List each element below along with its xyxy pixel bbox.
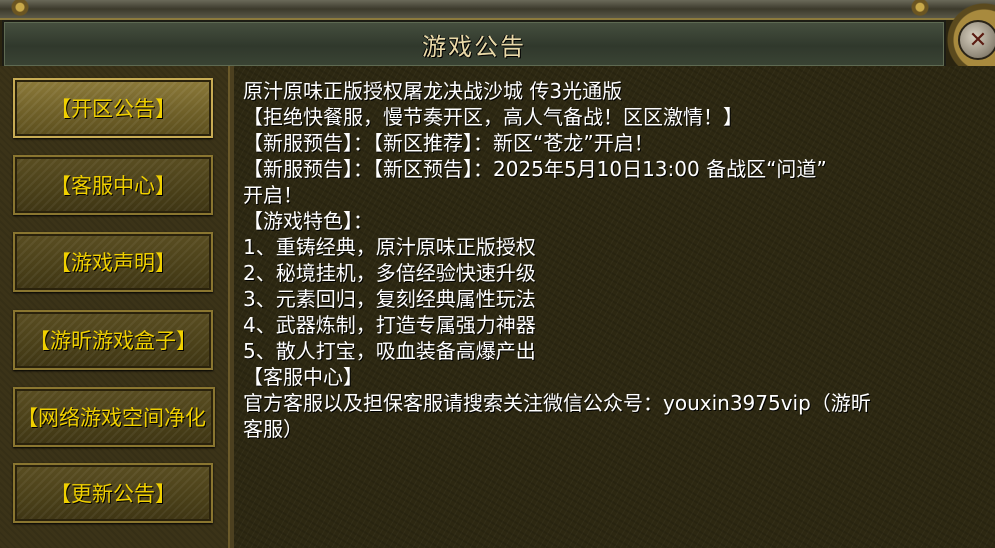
announcement-line: 开启！	[243, 183, 303, 207]
announcement-line: 2、秘境挂机，多倍经验快速升级	[243, 261, 536, 285]
announcement-line: 客服）	[243, 417, 303, 441]
announcement-line: 原汁原味正版授权屠龙决战沙城 传3光通版	[243, 79, 623, 103]
announcement-line: 【新服预告】：【新区预告】：2025年5月10日13:00 备战区“问道”	[243, 157, 827, 181]
announcement-line: 5、散人打宝，吸血装备高爆产出	[243, 339, 536, 363]
sidebar-item-update-announcement[interactable]: 【更新公告】	[13, 463, 213, 523]
close-button[interactable]: ✕	[958, 20, 995, 60]
corner-ornament-left	[0, 0, 40, 18]
announcement-line: 【游戏特色】：	[243, 209, 373, 233]
close-icon: ✕	[968, 27, 988, 53]
sidebar-item-customer-service[interactable]: 【客服中心】	[13, 155, 213, 215]
announcement-content: 原汁原味正版授权屠龙决战沙城 传3光通版 【拒绝快餐服，慢节奏开区，高人气备战！…	[234, 66, 995, 548]
announcement-line: 1、重铸经典，原汁原味正版授权	[243, 235, 536, 259]
sidebar-item-server-announcement[interactable]: 【开区公告】	[13, 78, 213, 138]
window-frame-top	[0, 0, 995, 20]
sidebar-item-label: 【开区公告】	[50, 97, 176, 121]
sidebar-item-label: 【客服中心】	[50, 174, 176, 198]
sidebar-item-game-statement[interactable]: 【游戏声明】	[13, 232, 213, 292]
corner-ornament-right	[900, 0, 940, 18]
sidebar-item-game-box[interactable]: 【游昕游戏盒子】	[13, 310, 213, 370]
announcement-line: 官方客服以及担保客服请搜索关注微信公众号：youxin3975vip（游昕	[243, 391, 871, 415]
announcement-line: 4、武器炼制，打造专属强力神器	[243, 313, 536, 337]
sidebar-item-label: 【游昕游戏盒子】	[29, 329, 197, 353]
sidebar: 【开区公告】 【客服中心】 【游戏声明】 【游昕游戏盒子】 【网络游戏空间净化 …	[0, 66, 234, 548]
sidebar-item-cyberspace-cleanup[interactable]: 【网络游戏空间净化	[13, 387, 215, 447]
title-bar: 游戏公告	[2, 20, 946, 68]
window-title: 游戏公告	[422, 32, 526, 61]
announcement-line: 【拒绝快餐服，慢节奏开区，高人气备战！区区激情！】	[243, 105, 743, 129]
sidebar-item-label: 【游戏声明】	[50, 251, 176, 275]
announcement-line: 【新服预告】：【新区推荐】：新区“苍龙”开启！	[243, 131, 654, 155]
sidebar-item-label: 【更新公告】	[50, 482, 176, 506]
announcement-line: 3、元素回归，复刻经典属性玩法	[243, 287, 536, 311]
sidebar-item-label: 【网络游戏空间净化	[17, 406, 206, 430]
announcement-text: 原汁原味正版授权屠龙决战沙城 传3光通版 【拒绝快餐服，慢节奏开区，高人气备战！…	[243, 78, 995, 442]
announcement-line: 【客服中心】	[243, 365, 363, 389]
